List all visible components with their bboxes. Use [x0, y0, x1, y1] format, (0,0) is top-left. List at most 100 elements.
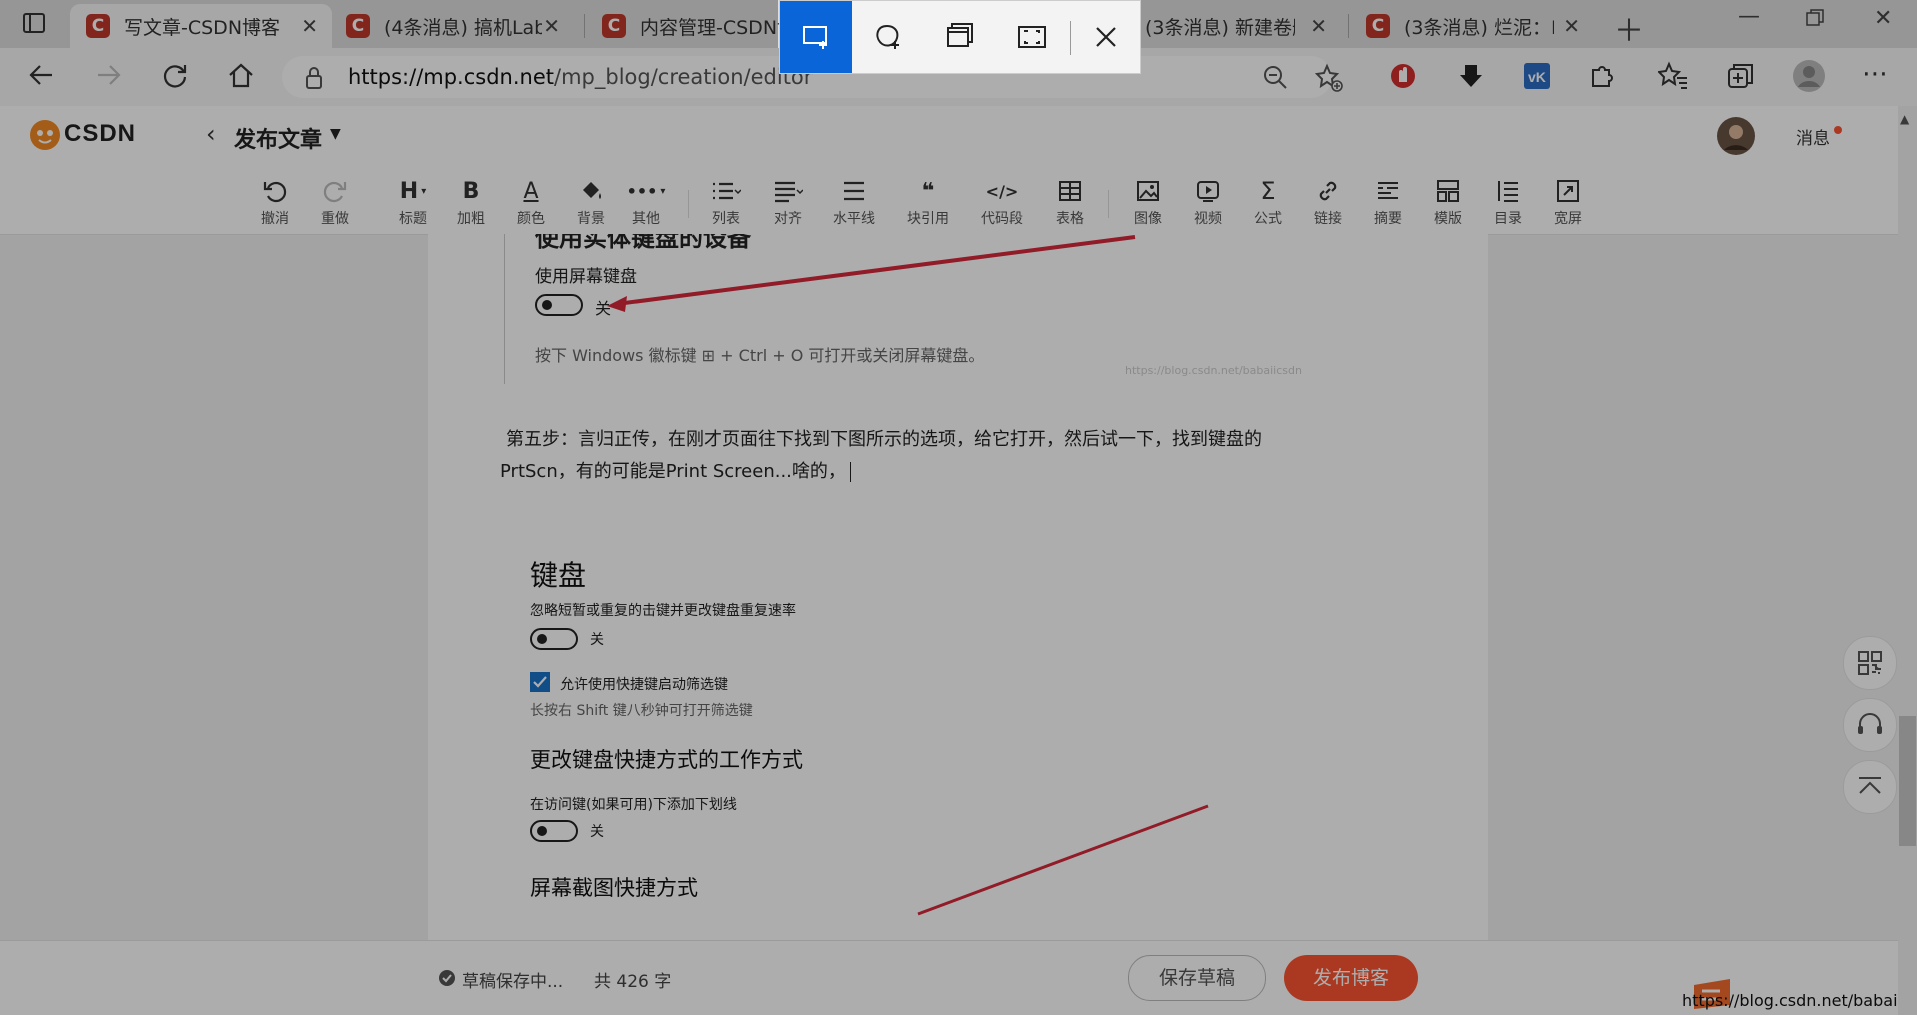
tab-title: 内容管理-CSDN博 — [640, 16, 780, 39]
home-icon[interactable] — [226, 60, 256, 97]
tab-content-management[interactable]: C 内容管理-CSDN博 — [590, 4, 780, 48]
new-tab-icon[interactable]: ＋ — [1614, 6, 1644, 50]
summary-button[interactable]: 摘要 — [1358, 176, 1418, 228]
back-to-top-icon — [1859, 777, 1881, 794]
toolbar-divider — [688, 190, 689, 218]
image-button[interactable]: 图像 — [1118, 176, 1178, 228]
collections-icon[interactable] — [1726, 61, 1756, 98]
csdn-logo-text[interactable]: CSDN — [64, 120, 136, 148]
csdn-favicon-icon: C — [1366, 14, 1390, 38]
refresh-icon[interactable] — [160, 60, 190, 97]
widescreen-button[interactable]: 宽屏 — [1538, 176, 1598, 228]
back-to-top-button[interactable] — [1843, 760, 1897, 814]
horizontal-rule-button[interactable]: 水平线 — [824, 176, 884, 228]
image-icon — [1137, 181, 1159, 201]
blockquote-button[interactable]: ❝ 块引用 — [898, 176, 958, 228]
redo-button[interactable]: 重做 — [305, 176, 365, 228]
qr-code-button[interactable] — [1843, 636, 1897, 690]
back-chevron-icon[interactable]: ‹ — [206, 120, 216, 148]
formula-button[interactable]: Σ 公式 — [1238, 176, 1298, 228]
rectangular-snip-button[interactable] — [780, 1, 852, 73]
heading-button[interactable]: H ▾ 标题 — [383, 176, 443, 228]
freeform-snip-button[interactable] — [852, 1, 924, 73]
code-block-button[interactable]: </> 代码段 — [972, 176, 1032, 228]
vk-extension-icon[interactable]: vK — [1522, 61, 1552, 98]
profile-avatar-icon[interactable] — [1792, 59, 1826, 100]
editor-content[interactable]: 使用实体键盘的设备 使用屏幕键盘 关 按下 Windows 徽标键 ⊞ + Ct… — [428, 234, 1488, 946]
publish-button[interactable]: 发布博客 — [1284, 955, 1418, 1001]
customer-service-button[interactable] — [1843, 698, 1897, 752]
scrollbar-thumb[interactable] — [1899, 716, 1916, 846]
window-snip-icon — [947, 23, 973, 47]
bottom-watermark: https://blog.csdn.net/babaiicsdn — [1682, 991, 1917, 1010]
link-button[interactable]: 链接 — [1298, 176, 1358, 228]
title-dropdown-icon[interactable]: ▼ — [330, 126, 341, 142]
paragraph-line-2-text: PrtScn，有的可能是Print Screen...啥的， — [500, 461, 846, 482]
toc-button[interactable]: 目录 — [1478, 176, 1538, 228]
font-color-button[interactable]: A 颜色 — [501, 176, 561, 228]
close-icon — [1096, 27, 1116, 47]
list-button[interactable]: 列表 — [696, 176, 756, 228]
align-icon — [775, 181, 803, 203]
window-snip-button[interactable] — [924, 1, 996, 73]
font-color-icon: A — [523, 178, 539, 204]
csdn-favicon-icon: C — [602, 14, 626, 38]
tab-title: 写文章-CSDN博客 — [124, 16, 281, 39]
red-arrow-annotation — [607, 235, 1136, 312]
tab-gaoji-lab[interactable]: C (4条消息) 搞机Lab_l ✕ — [334, 4, 574, 48]
favorites-icon[interactable] — [1656, 61, 1688, 98]
url-text[interactable]: https://mp.csdn.net/mp_blog/creation/edi… — [348, 65, 812, 89]
undo-button[interactable]: 撤消 — [245, 176, 305, 228]
back-icon[interactable] — [26, 60, 56, 97]
tab-write-article[interactable]: C 写文章-CSDN博客 ✕ — [70, 4, 332, 48]
extensions-icon[interactable] — [1587, 61, 1617, 98]
text-cursor — [849, 462, 851, 482]
save-draft-button[interactable]: 保存草稿 — [1128, 955, 1266, 1001]
settings-more-icon[interactable]: ⋯ — [1862, 58, 1888, 90]
close-tab-icon[interactable]: ✕ — [1310, 14, 1327, 38]
messages-link[interactable]: 消息 — [1796, 124, 1830, 149]
bold-icon: B — [462, 178, 480, 204]
paragraph-line-2: PrtScn，有的可能是Print Screen...啥的， — [500, 456, 1380, 488]
scroll-up-icon[interactable]: ▲ — [1900, 112, 1909, 126]
forward-icon[interactable] — [94, 60, 124, 97]
background-button[interactable]: 背景 — [561, 176, 621, 228]
close-tab-icon[interactable]: ✕ — [543, 14, 560, 38]
list-label: 列表 — [712, 211, 740, 227]
more-button[interactable]: ••• ▾ 其他 — [616, 176, 676, 228]
font-color-label: 颜色 — [517, 211, 545, 227]
add-favorite-icon[interactable] — [1314, 63, 1344, 97]
close-window-icon[interactable]: ✕ — [1874, 6, 1892, 31]
align-label: 对齐 — [774, 211, 802, 227]
tab-actions-icon[interactable] — [22, 11, 46, 41]
download-extension-icon[interactable] — [1456, 61, 1486, 98]
tab-new-volume[interactable]: (3条消息) 新建卷删 ✕ — [1141, 4, 1341, 48]
restore-icon[interactable] — [1806, 8, 1824, 33]
video-button[interactable]: 视频 — [1178, 176, 1238, 228]
toolbar-divider — [1108, 190, 1109, 218]
zoom-icon[interactable] — [1262, 64, 1288, 94]
page-title[interactable]: 发布文章 — [234, 122, 322, 154]
table-button[interactable]: 表格 — [1040, 176, 1100, 228]
close-snip-button[interactable] — [1070, 1, 1142, 73]
minimize-icon[interactable]: — — [1738, 4, 1760, 29]
template-button[interactable]: 模版 — [1418, 176, 1478, 228]
user-avatar[interactable] — [1716, 116, 1756, 160]
code-block-label: 代码段 — [981, 211, 1023, 227]
lock-icon[interactable] — [304, 66, 324, 94]
tab-lanni-lvm[interactable]: C (3条消息) 烂泥：LV ✕ — [1354, 4, 1594, 48]
adblock-extension-icon[interactable] — [1388, 61, 1418, 98]
embedded-screenshot-2: 键盘 忽略短暂或重复的击键并更改键盘重复速率 关 允许使用快捷键启动筛选键 长按… — [528, 554, 1228, 946]
close-tab-icon[interactable]: ✕ — [1563, 14, 1580, 38]
more-icon: ••• — [626, 181, 658, 201]
link-label: 链接 — [1314, 211, 1342, 227]
page-scrollbar[interactable] — [1898, 106, 1917, 1015]
video-label: 视频 — [1194, 211, 1222, 227]
background-icon — [583, 182, 601, 199]
bold-button[interactable]: B 加粗 — [441, 176, 501, 228]
close-tab-icon[interactable]: ✕ — [301, 14, 318, 38]
freeform-snip-icon — [876, 25, 899, 49]
step-five-paragraph[interactable]: 第五步：言归正传，在刚才页面往下找到下图所示的选项，给它打开，然后试一下，找到键… — [500, 424, 1380, 488]
fullscreen-snip-button[interactable] — [996, 1, 1068, 73]
align-button[interactable]: 对齐 — [758, 176, 818, 228]
